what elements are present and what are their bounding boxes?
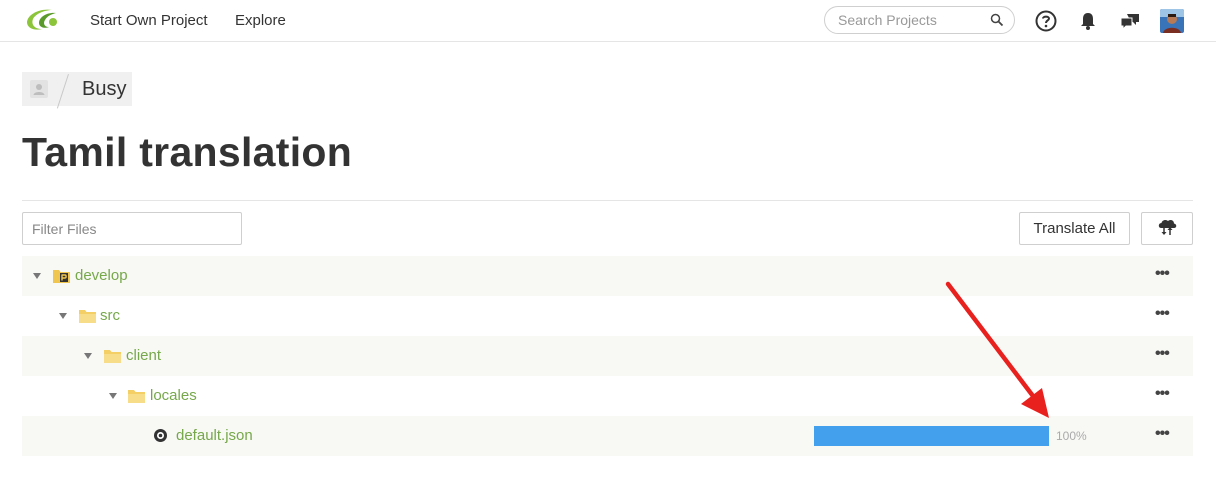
translate-all-button[interactable]: Translate All: [1019, 212, 1130, 245]
cloud-sync-button[interactable]: [1141, 212, 1193, 245]
search-icon[interactable]: [990, 13, 1004, 27]
json-file-icon: [154, 429, 167, 442]
folder-icon: [79, 310, 96, 323]
nav-explore[interactable]: Explore: [235, 12, 286, 29]
crowdin-logo-icon[interactable]: [22, 6, 62, 34]
tree-row-locales[interactable]: locales •••: [22, 376, 1193, 416]
tree-row-develop[interactable]: develop •••: [22, 256, 1193, 296]
messages-icon[interactable]: [1118, 9, 1142, 33]
breadcrumb-project[interactable]: Busy: [82, 78, 126, 101]
tree-row-src[interactable]: src •••: [22, 296, 1193, 336]
progress-fill: [814, 426, 1049, 446]
user-placeholder-icon[interactable]: [30, 80, 48, 98]
search-box[interactable]: [824, 6, 1015, 34]
tree-row-client[interactable]: client •••: [22, 336, 1193, 376]
top-navbar: Start Own Project Explore: [0, 0, 1216, 42]
notifications-bell-icon[interactable]: [1076, 9, 1100, 33]
tree-item-name[interactable]: locales: [150, 387, 197, 404]
filter-files-input[interactable]: [23, 213, 241, 244]
breadcrumb: Busy: [22, 72, 132, 109]
translation-progress-bar: [814, 426, 1049, 446]
divider: [22, 200, 1193, 201]
row-more-menu[interactable]: •••: [1155, 385, 1170, 403]
branch-icon: [53, 270, 70, 283]
caret-down-icon[interactable]: [108, 391, 118, 401]
row-more-menu[interactable]: •••: [1155, 425, 1170, 443]
row-more-menu[interactable]: •••: [1155, 345, 1170, 363]
breadcrumb-separator: [56, 74, 69, 109]
tree-item-name[interactable]: src: [100, 307, 120, 324]
caret-down-icon[interactable]: [58, 311, 68, 321]
user-avatar[interactable]: [1160, 9, 1184, 33]
file-tree: develop ••• src ••• client ••• locales •…: [22, 256, 1193, 456]
folder-icon: [128, 390, 145, 403]
tree-row-default-json[interactable]: default.json 100% •••: [22, 416, 1193, 456]
help-icon[interactable]: [1034, 9, 1058, 33]
page-title: Tamil translation: [22, 129, 353, 175]
cloud-upload-download-icon: [1158, 219, 1177, 235]
folder-icon: [104, 350, 121, 363]
row-more-menu[interactable]: •••: [1155, 305, 1170, 323]
tree-item-name[interactable]: develop: [75, 267, 128, 284]
progress-percent: 100%: [1056, 429, 1087, 443]
caret-down-icon[interactable]: [83, 351, 93, 361]
nav-start-own-project[interactable]: Start Own Project: [90, 12, 208, 29]
caret-down-icon[interactable]: [32, 271, 42, 281]
filter-files-box[interactable]: [22, 212, 242, 245]
tree-item-name[interactable]: client: [126, 347, 161, 364]
tree-item-name[interactable]: default.json: [176, 427, 253, 444]
search-input[interactable]: [838, 12, 988, 28]
row-more-menu[interactable]: •••: [1155, 265, 1170, 283]
